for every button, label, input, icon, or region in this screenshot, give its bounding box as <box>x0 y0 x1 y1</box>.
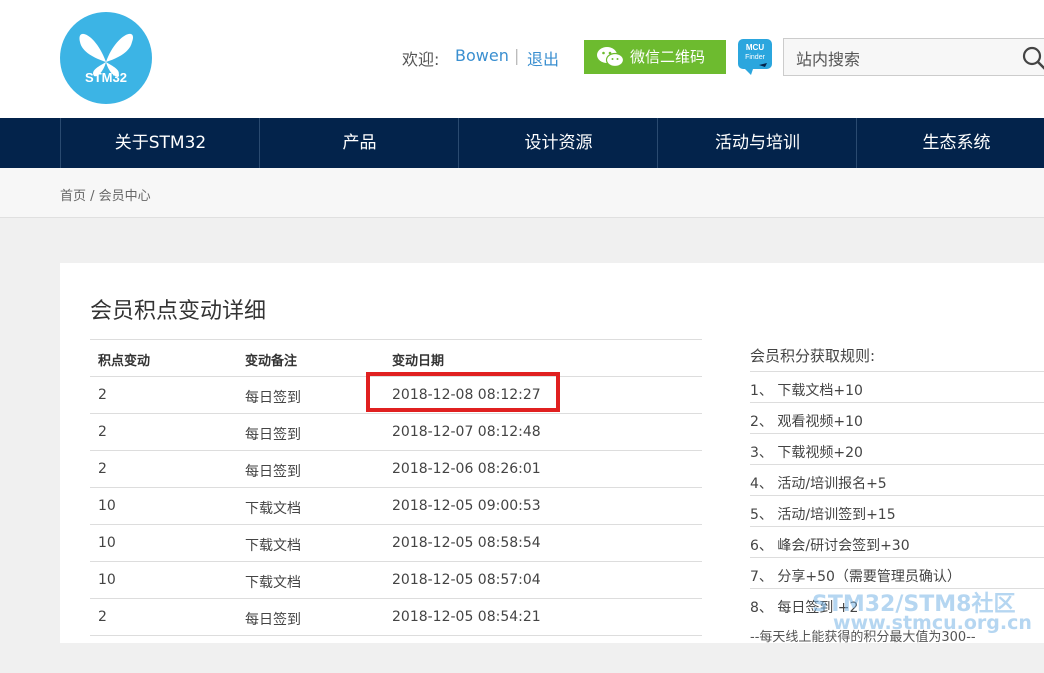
points-cell: 2 <box>98 387 107 403</box>
rule-item: 5、 活动/培训签到+15 <box>750 495 1044 527</box>
note-cell: 每日签到 <box>245 464 301 480</box>
date-cell: 2018-12-05 08:54:21 <box>392 609 541 625</box>
note-cell: 下载文档 <box>245 575 301 591</box>
date-cell: 2018-12-05 08:58:54 <box>392 535 541 551</box>
rule-text: 5、 活动/培训签到+15 <box>750 507 896 523</box>
logout-link[interactable]: 退出 <box>527 46 559 70</box>
points-cell: 2 <box>98 461 107 477</box>
wechat-icon <box>597 47 624 68</box>
table-row: 2 每日签到 2018-12-07 08:12:48 <box>90 413 702 451</box>
points-cell: 10 <box>98 572 116 588</box>
rule-item: 7、 分享+50（需要管理员确认） <box>750 557 1044 589</box>
rule-text: 6、 峰会/研讨会签到+30 <box>750 538 910 554</box>
rule-text: 2、 观看视频+10 <box>750 414 863 430</box>
note-cell: 每日签到 <box>245 427 301 443</box>
breadcrumb[interactable]: 首页 / 会员中心 <box>60 185 151 204</box>
rules-title: 会员积分获取规则: <box>750 347 876 365</box>
table-row: 2 每日签到 2018-12-06 08:26:01 <box>90 450 702 488</box>
wechat-qrcode-button[interactable]: 微信二维码 <box>584 40 726 74</box>
table-row <box>90 635 702 673</box>
welcome-label: 欢迎: <box>402 50 440 69</box>
rule-item: 2、 观看视频+10 <box>750 402 1044 434</box>
header-cell: 变动备注 <box>245 354 298 369</box>
search-box <box>783 38 1044 76</box>
separator: | <box>514 46 520 65</box>
note-cell: 每日签到 <box>245 612 301 628</box>
note-cell: 下载文档 <box>245 501 301 517</box>
points-cell: 2 <box>98 609 107 625</box>
header-cell: 积点变动 <box>98 354 151 369</box>
search-icon[interactable] <box>1022 46 1044 70</box>
date-cell: 2018-12-06 08:26:01 <box>392 461 541 477</box>
date-cell: 2018-12-05 09:00:53 <box>392 498 541 514</box>
header-cell: 变动日期 <box>392 354 445 369</box>
mcu-finder-line1: MCU <box>746 43 764 52</box>
main-nav: 关于STM32 产品 设计资源 活动与培训 生态系统 <box>0 118 1044 168</box>
nav-item-events-training[interactable]: 活动与培训 <box>657 118 857 168</box>
note-cell: 每日签到 <box>245 390 301 406</box>
stm32-logo[interactable]: STM32 <box>60 12 152 104</box>
nav-item-design-resources[interactable]: 设计资源 <box>458 118 658 168</box>
page-title: 会员积点变动详细 <box>90 299 267 324</box>
date-cell: 2018-12-05 08:57:04 <box>392 572 541 588</box>
nav-item-products[interactable]: 产品 <box>259 118 459 168</box>
points-cell: 10 <box>98 535 116 551</box>
points-cell: 2 <box>98 424 107 440</box>
rule-item: 4、 活动/培训报名+5 <box>750 464 1044 496</box>
date-cell: 2018-12-07 08:12:48 <box>392 424 541 440</box>
points-cell: 10 <box>98 498 116 514</box>
watermark-line2: www.stmcu.org.cn <box>833 612 1032 634</box>
breadcrumb-bar: 首页 / 会员中心 <box>0 168 1044 218</box>
table-row: 10 下载文档 2018-12-05 08:57:04 <box>90 561 702 599</box>
nav-item-ecosystem[interactable]: 生态系统 <box>856 118 1044 168</box>
search-input[interactable] <box>794 47 998 71</box>
wechat-label: 微信二维码 <box>630 48 706 66</box>
butterfly-icon <box>79 33 134 77</box>
rule-item: 1、 下载文档+10 <box>750 371 1044 403</box>
note-cell: 下载文档 <box>245 538 301 554</box>
nav-item-about-stm32[interactable]: 关于STM32 <box>60 118 260 168</box>
rule-text: 3、 下载视频+20 <box>750 445 863 461</box>
mcu-finder-line2: Finder <box>745 54 766 61</box>
mcu-finder-icon[interactable]: MCU Finder <box>737 38 775 76</box>
logo-text: STM32 <box>85 70 127 85</box>
username-link[interactable]: Bowen <box>455 46 509 65</box>
rule-item: 3、 下载视频+20 <box>750 433 1044 465</box>
table-row: 10 下载文档 2018-12-05 09:00:53 <box>90 487 702 525</box>
rule-text: 4、 活动/培训报名+5 <box>750 476 887 492</box>
highlight-box <box>366 372 560 412</box>
rule-item: 6、 峰会/研讨会签到+30 <box>750 526 1044 558</box>
rule-text: 7、 分享+50（需要管理员确认） <box>750 569 961 585</box>
table-row: 2 每日签到 2018-12-05 08:54:21 <box>90 598 702 636</box>
site-header: STM32 欢迎: Bowen | 退出 微信二维码 MCU Finder <box>0 0 1044 118</box>
table-row: 10 下载文档 2018-12-05 08:58:54 <box>90 524 702 562</box>
rule-text: 1、 下载文档+10 <box>750 383 863 399</box>
